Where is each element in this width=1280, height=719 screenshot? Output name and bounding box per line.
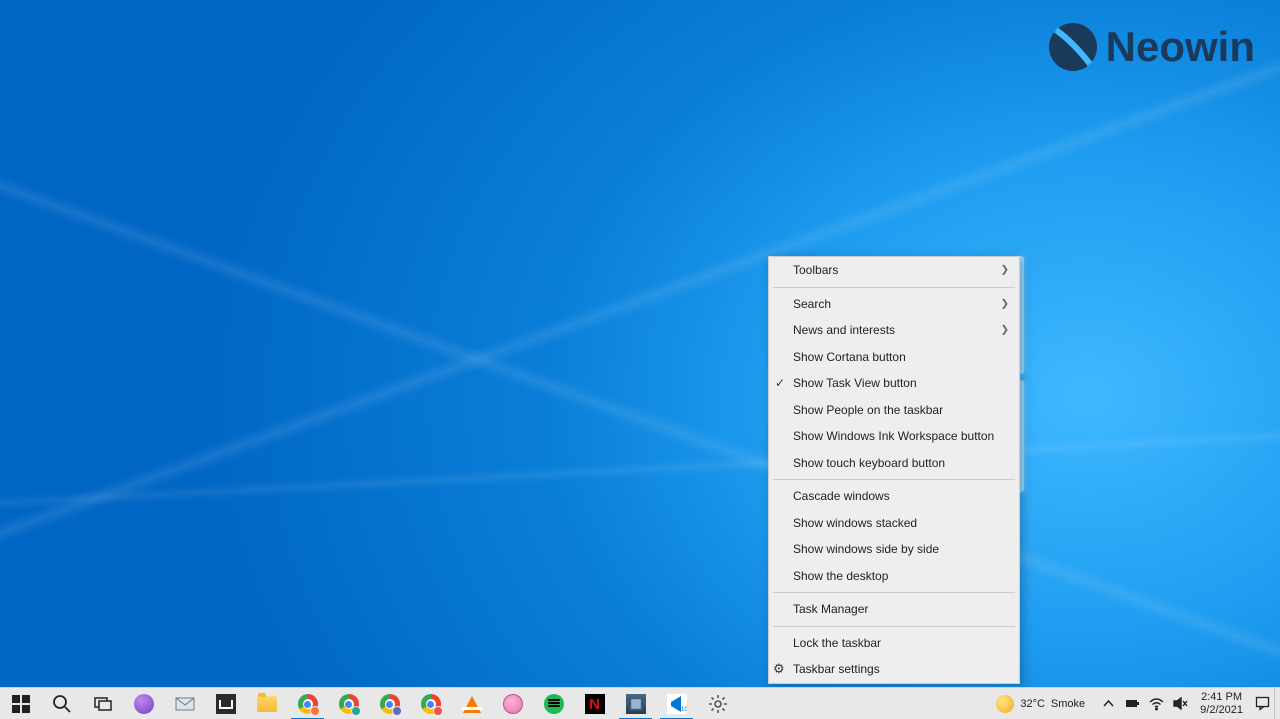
weather-temp: 32°C [1020, 698, 1045, 710]
start-icon [10, 693, 32, 715]
cm-label: Show the desktop [793, 569, 888, 583]
separator [773, 592, 1015, 593]
system-tray[interactable] [1095, 696, 1192, 711]
cm-label: Show Windows Ink Workspace button [793, 429, 994, 443]
spotify-icon [544, 694, 564, 714]
settings-button[interactable] [697, 688, 738, 719]
chrome-button-3[interactable] [369, 688, 410, 719]
netflix-icon: N [585, 694, 605, 714]
clock[interactable]: 2:41 PM 9/2/2021 [1192, 691, 1251, 717]
cm-label: Lock the taskbar [793, 636, 881, 650]
separator [773, 479, 1015, 480]
chrome-icon [380, 694, 400, 714]
wifi-icon[interactable] [1149, 696, 1164, 711]
cm-label: Cascade windows [793, 489, 890, 503]
cm-label: Show windows stacked [793, 516, 917, 530]
chevron-right-icon: ❯ [1001, 325, 1009, 336]
cm-stacked[interactable]: Show windows stacked [769, 510, 1019, 537]
taskbar-right: 32°C Smoke 2:41 PM 9/2/2021 [986, 688, 1280, 719]
weather-sun-icon [996, 695, 1014, 713]
virtualbox-icon [626, 694, 646, 714]
cm-search[interactable]: Search ❯ [769, 291, 1019, 318]
cm-label: Search [793, 297, 831, 311]
chrome-button-4[interactable] [410, 688, 451, 719]
cm-taskbar-settings[interactable]: ⚙ Taskbar settings [769, 656, 1019, 683]
chrome-icon [339, 694, 359, 714]
clock-date: 9/2/2021 [1200, 704, 1243, 717]
vlc-button[interactable] [451, 688, 492, 719]
gear-icon: ⚙ [773, 661, 785, 677]
media-button[interactable] [492, 688, 533, 719]
bittorrent-icon [134, 694, 154, 714]
cm-toolbars[interactable]: Toolbars ❯ [769, 257, 1019, 284]
cm-task-manager[interactable]: Task Manager [769, 596, 1019, 623]
cm-label: Taskbar settings [793, 662, 880, 676]
mail-button[interactable] [164, 688, 205, 719]
store-icon [216, 694, 236, 714]
svg-text:10: 10 [681, 707, 687, 713]
search-button[interactable] [41, 688, 82, 719]
media-icon [503, 694, 523, 714]
neowin-logo-icon [1048, 22, 1098, 72]
volume-muted-icon[interactable] [1173, 696, 1188, 711]
chrome-button-1[interactable] [287, 688, 328, 719]
mail-icon [174, 693, 196, 715]
chevron-right-icon: ❯ [1001, 298, 1009, 309]
start-button[interactable] [0, 688, 41, 719]
task-view-icon [92, 693, 114, 715]
cm-cascade[interactable]: Cascade windows [769, 483, 1019, 510]
gear-icon [708, 694, 728, 714]
search-icon [51, 693, 73, 715]
cm-show-touch-keyboard[interactable]: Show touch keyboard button [769, 450, 1019, 477]
cm-show-ink[interactable]: Show Windows Ink Workspace button [769, 423, 1019, 450]
cm-label: Toolbars [793, 263, 838, 277]
cm-label: Show windows side by side [793, 542, 939, 556]
tray-chevron-up-icon[interactable] [1101, 696, 1116, 711]
cm-lock-taskbar[interactable]: Lock the taskbar [769, 630, 1019, 657]
separator [773, 626, 1015, 627]
watermark-text: Neowin [1106, 23, 1255, 71]
cm-label: Show People on the taskbar [793, 403, 943, 417]
chevron-right-icon: ❯ [1001, 265, 1009, 276]
chrome-icon [298, 694, 318, 714]
taskbar-left: N 10 [0, 688, 738, 719]
netflix-button[interactable]: N [574, 688, 615, 719]
cm-show-desktop[interactable]: Show the desktop [769, 563, 1019, 590]
task-view-button[interactable] [82, 688, 123, 719]
taskbar-context-menu: Toolbars ❯ Search ❯ News and interests ❯… [768, 256, 1020, 684]
show-desktop-peek[interactable] [1274, 688, 1280, 719]
check-icon: ✓ [775, 376, 785, 390]
separator [773, 287, 1015, 288]
bittorrent-button[interactable] [123, 688, 164, 719]
vscode-icon: 10 [667, 694, 687, 714]
virtualbox-button[interactable] [615, 688, 656, 719]
store-button[interactable] [205, 688, 246, 719]
desktop[interactable]: Neowin Toolbars ❯ Search ❯ News and inte… [0, 0, 1280, 719]
cm-show-people[interactable]: Show People on the taskbar [769, 397, 1019, 424]
spotify-button[interactable] [533, 688, 574, 719]
cm-show-task-view[interactable]: ✓ Show Task View button [769, 370, 1019, 397]
cm-label: Show Task View button [793, 376, 917, 390]
chrome-button-2[interactable] [328, 688, 369, 719]
vlc-icon [463, 696, 481, 713]
file-explorer-button[interactable] [246, 688, 287, 719]
cm-show-cortana[interactable]: Show Cortana button [769, 344, 1019, 371]
folder-icon [257, 696, 277, 712]
neowin-watermark: Neowin [1048, 22, 1255, 72]
weather-condition: Smoke [1051, 698, 1085, 710]
vscode-button[interactable]: 10 [656, 688, 697, 719]
taskbar[interactable]: N 10 32°C Smoke [0, 687, 1280, 719]
action-center-icon[interactable] [1255, 696, 1270, 711]
cm-label: News and interests [793, 323, 895, 337]
cm-side-by-side[interactable]: Show windows side by side [769, 536, 1019, 563]
cm-label: Show Cortana button [793, 350, 906, 364]
weather-widget[interactable]: 32°C Smoke [986, 688, 1095, 719]
cm-label: Task Manager [793, 602, 868, 616]
cm-news-interests[interactable]: News and interests ❯ [769, 317, 1019, 344]
cm-label: Show touch keyboard button [793, 456, 945, 470]
chrome-icon [421, 694, 441, 714]
clock-time: 2:41 PM [1200, 691, 1243, 704]
battery-icon[interactable] [1125, 696, 1140, 711]
